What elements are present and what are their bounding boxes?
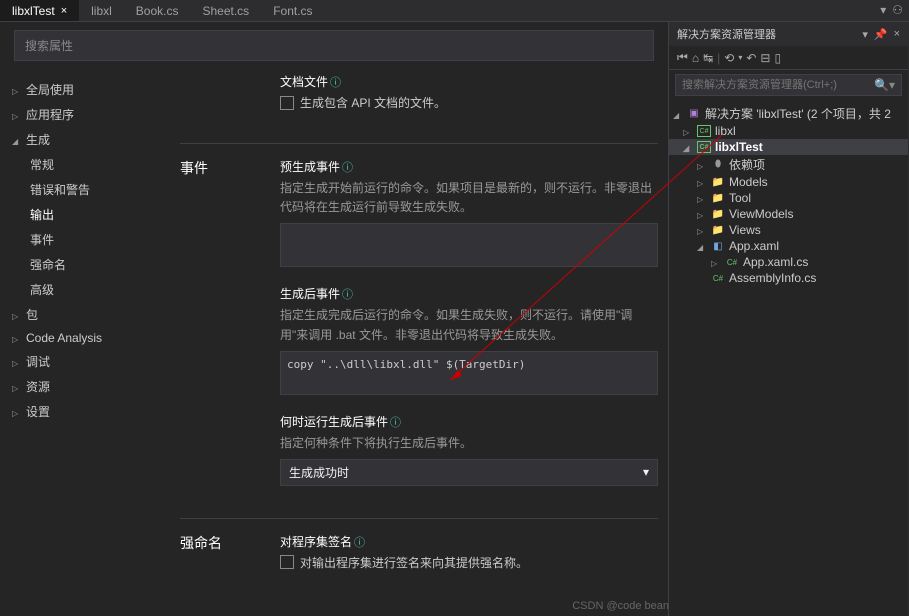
search-input[interactable]: 搜索属性 [14, 30, 654, 61]
solution-search-input[interactable] [676, 75, 868, 95]
tab-libxl[interactable]: libxl [79, 0, 124, 21]
tree-node-Models[interactable]: 📁Models [669, 174, 908, 190]
tab-font[interactable]: Font.cs [261, 0, 324, 21]
tree-node-App.xaml[interactable]: ◧App.xaml [669, 238, 908, 254]
tab-libxltest[interactable]: libxlTest× [0, 0, 79, 21]
sidebar-item-资源[interactable]: 资源 [0, 374, 170, 399]
prebuild-label: 预生成事件 [280, 160, 340, 174]
pin-icon[interactable]: 📌 [874, 28, 888, 41]
tab-sheet[interactable]: Sheet.cs [190, 0, 261, 21]
show-icon[interactable]: ▯ [774, 51, 781, 65]
tab-book[interactable]: Book.cs [124, 0, 191, 21]
sidebar-item-事件[interactable]: 事件 [0, 227, 170, 252]
solution-explorer-title: 解决方案资源管理器 [677, 26, 776, 42]
home-icon[interactable]: ⏮ [677, 50, 688, 65]
chevron-down-icon: ▾ [643, 465, 649, 479]
home2-icon[interactable]: ⌂ [692, 51, 699, 65]
strongname-section-label: 强命名 [180, 533, 280, 589]
properties-pane: 搜索属性 全局使用应用程序生成常规错误和警告输出事件强命名高级包Code Ana… [0, 22, 668, 616]
solution-icon: ▣ [687, 108, 701, 120]
editor-tabs: libxlTest× libxl Book.cs Sheet.cs Font.c… [0, 0, 909, 22]
sidebar-item-生成[interactable]: 生成 [0, 127, 170, 152]
tree-node-libxl[interactable]: C#libxl [669, 123, 908, 139]
prebuild-input[interactable] [280, 223, 658, 267]
solution-tree: ▣ 解决方案 'libxlTest' (2 个项目，共 2 C#libxlC#l… [669, 100, 908, 616]
whenrun-dropdown[interactable]: 生成成功时▾ [280, 459, 658, 486]
whenrun-desc: 指定何种条件下将执行生成后事件。 [280, 434, 658, 453]
help-icon[interactable]: ⓘ [390, 417, 401, 429]
maximize-icon[interactable]: ⚇ [892, 3, 903, 18]
overflow-icon[interactable]: ▾ [880, 3, 886, 18]
events-section-label: 事件 [180, 158, 280, 504]
solution-label: 解决方案 'libxlTest' (2 个项目，共 2 [705, 105, 891, 122]
sign-label: 对程序集签名 [280, 535, 352, 549]
help-icon[interactable]: ⓘ [330, 77, 341, 89]
sidebar-item-强命名[interactable]: 强命名 [0, 252, 170, 277]
collapse-icon[interactable]: ⊟ [760, 51, 770, 65]
solution-toolbar: ⏮ ⌂ ↹| ⟲▾ ↶ ⊟ ▯ [669, 46, 908, 70]
sidebar-item-Code Analysis[interactable]: Code Analysis [0, 327, 170, 349]
postbuild-label: 生成后事件 [280, 287, 340, 301]
sidebar-item-设置[interactable]: 设置 [0, 399, 170, 424]
sidebar-item-调试[interactable]: 调试 [0, 349, 170, 374]
dropdown-icon[interactable]: ▾ [862, 28, 868, 41]
prebuild-desc: 指定生成开始前运行的命令。如果项目是最新的，则不运行。非零退出代码将在生成运行前… [280, 179, 658, 217]
tree-node-Views[interactable]: 📁Views [669, 222, 908, 238]
solution-node[interactable]: ▣ 解决方案 'libxlTest' (2 个项目，共 2 [669, 104, 908, 123]
postbuild-desc: 指定生成完成后运行的命令。如果生成失败，则不运行。请使用"调用"来调用 .bat… [280, 306, 658, 344]
sign-checkbox[interactable] [280, 555, 294, 569]
help-icon[interactable]: ⓘ [354, 537, 365, 549]
doc-checkbox[interactable] [280, 96, 294, 110]
help-icon[interactable]: ⓘ [342, 162, 353, 174]
postbuild-input[interactable]: copy "..\dll\libxl.dll" $(TargetDir) [280, 351, 658, 395]
sidebar-item-高级[interactable]: 高级 [0, 277, 170, 302]
whenrun-label: 何时运行生成后事件 [280, 415, 388, 429]
search-dropdown-icon[interactable]: 🔍▾ [868, 75, 901, 95]
sidebar-item-常规[interactable]: 常规 [0, 152, 170, 177]
solution-search[interactable]: 🔍▾ [675, 74, 902, 96]
sidebar-item-包[interactable]: 包 [0, 302, 170, 327]
sidebar-item-应用程序[interactable]: 应用程序 [0, 102, 170, 127]
doc-checkbox-label: 生成包含 API 文档的文件。 [300, 94, 446, 111]
sidebar-item-错误和警告[interactable]: 错误和警告 [0, 177, 170, 202]
close-icon[interactable]: × [61, 5, 67, 17]
tree-node-ViewModels[interactable]: 📁ViewModels [669, 206, 908, 222]
category-sidebar: 全局使用应用程序生成常规错误和警告输出事件强命名高级包Code Analysis… [0, 69, 170, 616]
sidebar-item-输出[interactable]: 输出 [0, 202, 170, 227]
help-icon[interactable]: ⓘ [342, 289, 353, 301]
tree-node-libxlTest[interactable]: C#libxlTest [669, 139, 908, 155]
doc-file-label: 文档文件 [280, 75, 328, 89]
watermark: CSDN @code bean [572, 600, 669, 612]
tree-node-Tool[interactable]: 📁Tool [669, 190, 908, 206]
tree-node-App.xaml.cs[interactable]: C#App.xaml.cs [669, 254, 908, 270]
sync-icon[interactable]: ⟲ [724, 51, 734, 65]
switch-icon[interactable]: ↹ [703, 51, 713, 65]
sign-desc: 对输出程序集进行签名来向其提供强名称。 [300, 554, 528, 571]
properties-area: 文档文件ⓘ 生成包含 API 文档的文件。 事件 预生成事件ⓘ 指定生成开始前运… [170, 69, 668, 616]
tree-node-AssemblyInfo.cs[interactable]: C#AssemblyInfo.cs [669, 270, 908, 286]
sidebar-item-全局使用[interactable]: 全局使用 [0, 77, 170, 102]
solution-explorer: 解决方案资源管理器 ▾ 📌 × ⏮ ⌂ ↹| ⟲▾ ↶ ⊟ ▯ 🔍▾ ▣ 解决方… [668, 22, 908, 616]
tree-node-依赖项[interactable]: ⬮依赖项 [669, 155, 908, 174]
close-icon[interactable]: × [894, 28, 900, 41]
back-icon[interactable]: ↶ [746, 51, 756, 65]
chevron-icon[interactable]: ▾ [738, 53, 742, 62]
